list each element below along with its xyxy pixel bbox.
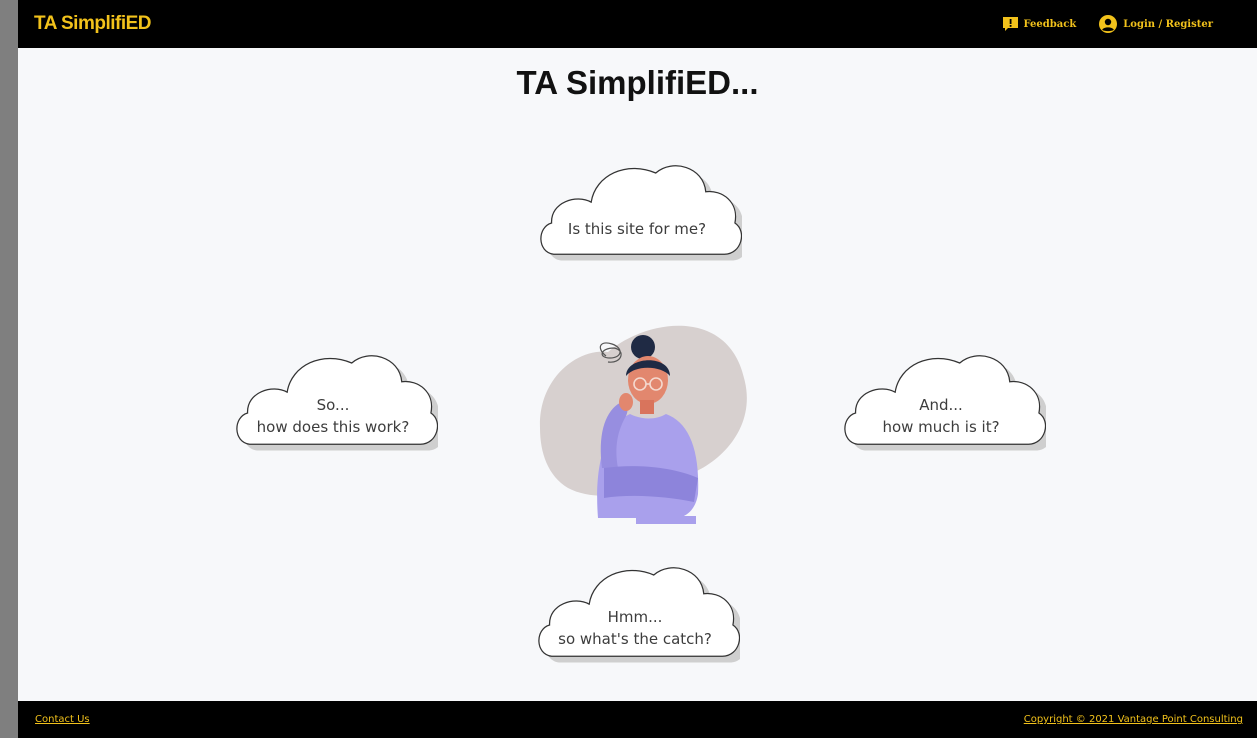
cloud-how-much-is-it[interactable]: And... how much is it? [836, 338, 1046, 463]
feedback-link[interactable]: Feedback [1002, 16, 1077, 32]
cloud-whats-the-catch[interactable]: Hmm... so what's the catch? [530, 550, 740, 675]
copyright-link[interactable]: Copyright © 2021 Vantage Point Consultin… [1024, 714, 1243, 725]
navbar: TA SimplifiED Feedback Login / Register [18, 0, 1257, 48]
main-content: TA SimplifiED... Is this site for me? So… [18, 48, 1257, 701]
cloud-text-line: Is this site for me? [567, 220, 707, 238]
contact-us-link[interactable]: Contact Us [35, 714, 90, 725]
user-circle-icon [1099, 15, 1118, 33]
feedback-label: Feedback [1023, 18, 1077, 30]
cloud-is-this-site-for-me[interactable]: Is this site for me? [532, 148, 742, 273]
feedback-icon [1002, 17, 1018, 31]
cloud-text-line: And... [919, 396, 963, 414]
login-register-label: Login / Register [1123, 18, 1213, 30]
cloud-text-line: how does this work? [256, 418, 410, 436]
login-register-link[interactable]: Login / Register [1098, 14, 1213, 34]
cloud-text-line: So... [316, 396, 350, 414]
cloud-text-line: so what's the catch? [558, 630, 712, 648]
thinking-woman-illustration [539, 325, 747, 524]
page-title: TA SimplifiED... [516, 64, 759, 101]
navbar-links: Feedback Login / Register [980, 14, 1213, 34]
footer: Contact Us Copyright © 2021 Vantage Poin… [18, 701, 1257, 738]
cloud-icon [540, 165, 742, 261]
brand-logo-link[interactable]: TA SimplifiED [34, 13, 152, 35]
cloud-how-does-this-work[interactable]: So... how does this work? [228, 338, 438, 463]
cloud-text-line: Hmm... [607, 608, 663, 626]
window-edge [0, 0, 18, 738]
cloud-text-line: how much is it? [882, 418, 1000, 436]
